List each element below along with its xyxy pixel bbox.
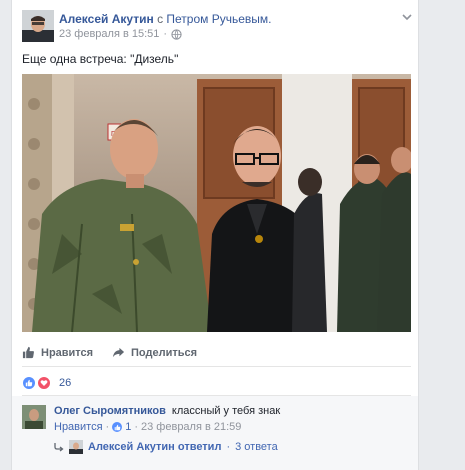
- author-avatar[interactable]: [22, 10, 54, 42]
- post-text: Еще одна встреча: "Дизель": [22, 52, 179, 66]
- comment-meta: Нравится · 1 · 23 февраля в 21:59: [54, 421, 241, 433]
- commenter-avatar[interactable]: [22, 405, 46, 429]
- with-word: с: [157, 12, 164, 26]
- comment-date-link[interactable]: 23 февраля в 21:59: [141, 421, 241, 433]
- comment-like-button[interactable]: Нравится: [54, 421, 103, 433]
- post-actions: Нравится Поделиться: [22, 341, 411, 367]
- globe-icon: [171, 28, 182, 40]
- like-reaction-icon: [22, 376, 36, 390]
- share-button[interactable]: Поделиться: [112, 346, 197, 359]
- post-date-link[interactable]: 23 февраля в 15:51: [59, 28, 159, 40]
- reply-separator: ·: [226, 441, 231, 453]
- thumbs-up-icon: [22, 346, 34, 359]
- meta-separator: ·: [163, 28, 168, 40]
- comment-like-count[interactable]: 1: [125, 421, 131, 433]
- share-label: Поделиться: [131, 346, 198, 359]
- reply-summary-text: Алексей Акутин ответил: [88, 441, 222, 453]
- reaction-count[interactable]: 26: [59, 377, 71, 389]
- author-line: Алексей Акутин с Петром Ручьевым.: [59, 12, 272, 26]
- photo-illustration: ПАРТ: [22, 74, 411, 332]
- comment-author-link[interactable]: Олег Сыромятников: [54, 405, 166, 417]
- reactions-summary[interactable]: 26: [22, 376, 71, 390]
- post-photo[interactable]: ПАРТ: [22, 74, 411, 332]
- chevron-down-icon[interactable]: [400, 10, 414, 24]
- like-label: Нравится: [41, 346, 94, 359]
- comment-meta-separator: ·: [105, 421, 110, 433]
- comment-text: классный у тебя знак: [171, 405, 281, 417]
- post-header: Алексей Акутин с Петром Ручьевым. 23 фев…: [22, 8, 412, 42]
- reply-arrow-icon: [54, 443, 64, 452]
- comment-line: Олег Сыромятников классный у тебя знак: [54, 405, 280, 417]
- post-meta: 23 февраля в 15:51 ·: [59, 28, 182, 40]
- comments-section: Олег Сыромятников классный у тебя знак Н…: [12, 396, 418, 470]
- reply-count: 3 ответа: [235, 441, 278, 453]
- tagged-person-link[interactable]: Петром Ручьевым.: [166, 12, 271, 26]
- view-replies-link[interactable]: Алексей Акутин ответил · 3 ответа: [54, 440, 278, 454]
- author-name-link[interactable]: Алексей Акутин: [59, 12, 154, 26]
- comment-like-icon: [112, 422, 123, 432]
- comment-meta-separator-2: ·: [134, 421, 139, 433]
- like-button[interactable]: Нравится: [22, 346, 93, 359]
- love-reaction-icon: [37, 376, 51, 390]
- reply-author-avatar: [69, 440, 83, 454]
- share-arrow-icon: [112, 347, 125, 358]
